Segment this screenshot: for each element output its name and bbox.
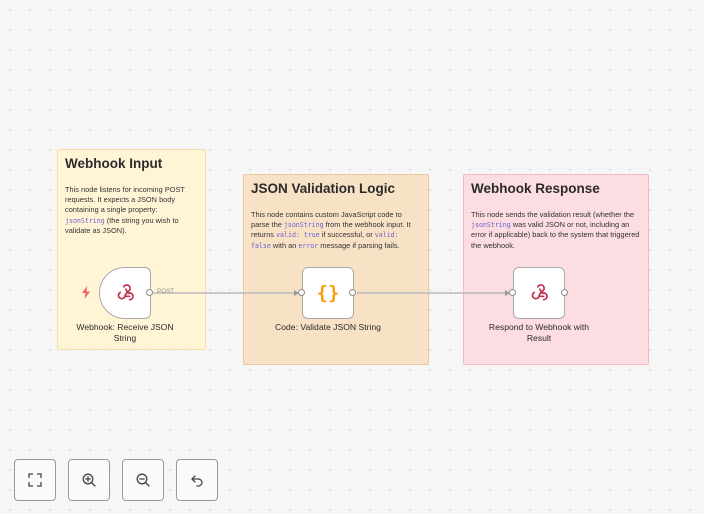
connection-code-to-respond[interactable] <box>357 290 510 296</box>
node-label-webhook: Webhook: Receive JSON String <box>76 322 174 343</box>
node-code-validate[interactable]: {} <box>302 267 354 319</box>
webhook-icon <box>531 284 548 301</box>
fit-view-button[interactable] <box>14 459 56 501</box>
node-output-port[interactable] <box>349 289 356 296</box>
webhook-icon <box>117 284 134 301</box>
node-webhook-receive[interactable] <box>99 267 151 319</box>
zoom-out-button[interactable] <box>122 459 164 501</box>
node-output-port[interactable] <box>146 289 153 296</box>
zoom-in-button[interactable] <box>68 459 110 501</box>
node-input-port[interactable] <box>298 289 305 296</box>
connections-layer <box>153 290 510 296</box>
undo-icon <box>191 475 203 487</box>
zoom-out-icon <box>136 473 150 487</box>
connection-label: POST <box>157 289 175 295</box>
fit-view-icon <box>28 473 42 487</box>
zoom-in-icon <box>82 473 96 487</box>
node-label-respond: Respond to Webhook with Result <box>488 322 590 343</box>
node-respond-to-webhook[interactable] <box>513 267 565 319</box>
node-input-port[interactable] <box>509 289 516 296</box>
node-output-port[interactable] <box>561 289 568 296</box>
workflow-canvas[interactable]: Webhook Input This node listens for inco… <box>0 0 704 514</box>
node-label-code: Code: Validate JSON String <box>275 322 381 332</box>
trigger-bolt-icon <box>82 286 90 299</box>
code-braces-icon: {} <box>316 282 340 304</box>
connection-webhook-to-code[interactable] <box>153 290 299 296</box>
reset-zoom-button[interactable] <box>176 459 218 501</box>
